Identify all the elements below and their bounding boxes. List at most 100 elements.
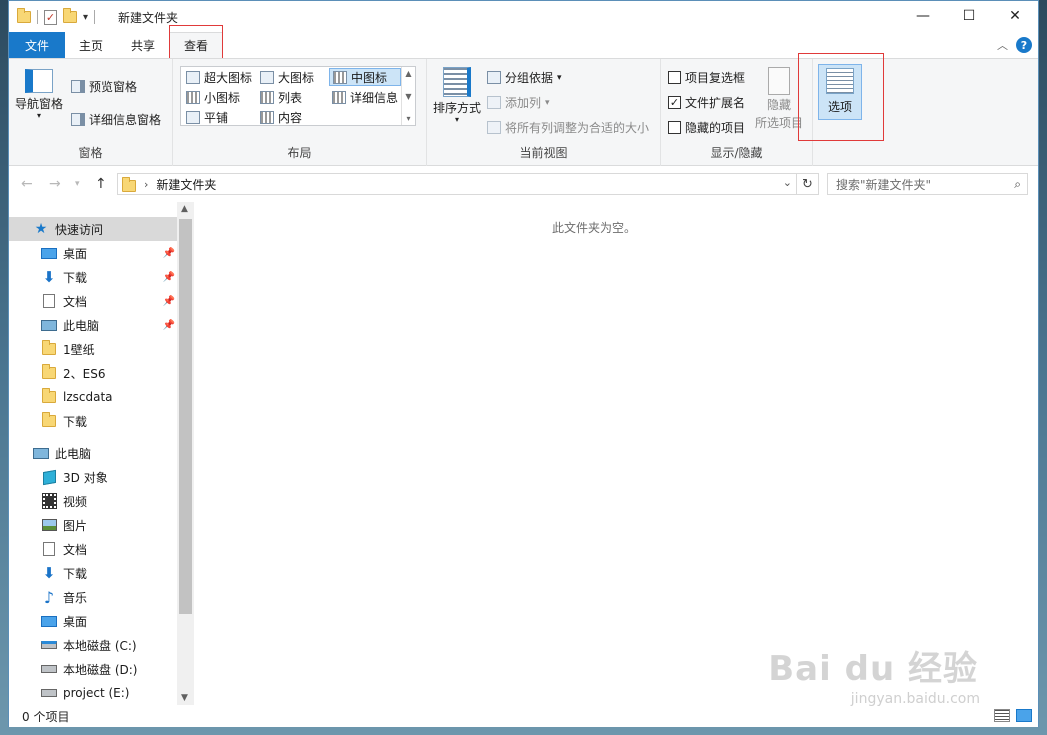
layout-medium-icons[interactable]: 中图标 <box>329 68 401 86</box>
collapse-ribbon-icon[interactable]: ︿ <box>997 37 1008 53</box>
file-extensions-toggle[interactable]: ✓ 文件扩展名 <box>668 94 745 111</box>
details-view-icon[interactable] <box>994 709 1010 722</box>
search-icon[interactable]: ⌕ <box>1014 177 1021 192</box>
close-button[interactable]: ✕ <box>992 1 1038 31</box>
nav-quick-this-pc[interactable]: 此电脑 📌 <box>9 313 177 337</box>
nav-pc-music[interactable]: ♪ 音乐 <box>9 585 177 609</box>
nav-pc-drive-e[interactable]: project (E:) <box>9 681 177 705</box>
breadcrumb-current[interactable]: 新建文件夹 <box>156 176 216 193</box>
nav-quick-downloads[interactable]: ⬇ 下载 📌 <box>9 265 177 289</box>
large-icons-view-icon[interactable] <box>1016 709 1032 722</box>
qat-dropdown-icon[interactable]: ▾ <box>83 12 88 23</box>
pin-icon[interactable]: 📌 <box>163 320 175 331</box>
new-folder-icon[interactable] <box>63 8 77 23</box>
nav-pane-scrollbar[interactable]: ▲ ▼ <box>177 202 194 705</box>
recent-locations-button[interactable]: ▾ <box>75 179 80 189</box>
file-extensions-checkbox[interactable]: ✓ <box>668 96 681 109</box>
hidden-items-checkbox[interactable] <box>668 121 681 134</box>
medium-icons-icon <box>333 70 347 84</box>
hidden-items-toggle[interactable]: 隐藏的项目 <box>668 119 745 136</box>
properties-icon[interactable]: ✓ <box>44 9 57 25</box>
preview-pane-button[interactable]: 预览窗格 <box>71 78 137 95</box>
scrollbar-thumb[interactable] <box>179 219 192 614</box>
chevron-down-icon[interactable]: ▼ <box>405 92 411 101</box>
layout-details[interactable]: 详细信息 <box>329 88 401 106</box>
group-by-label: 分组依据 <box>505 71 554 85</box>
expand-gallery-icon[interactable]: ▾ <box>406 114 410 123</box>
nav-quick-lzscdata[interactable]: lzscdata <box>9 385 177 409</box>
minimize-button[interactable]: — <box>900 1 946 31</box>
nav-quick-wallpaper[interactable]: 1壁纸 <box>9 337 177 361</box>
item-checkboxes-toggle[interactable]: 项目复选框 <box>668 69 745 86</box>
chevron-down-icon: ▾ <box>37 111 42 120</box>
layout-small-icons[interactable]: 小图标 <box>183 88 243 106</box>
nav-quick-documents[interactable]: 文档 📌 <box>9 289 177 313</box>
nav-pc-documents[interactable]: 文档 <box>9 537 177 561</box>
nav-pc-pictures[interactable]: 图片 <box>9 513 177 537</box>
layout-list[interactable]: 列表 <box>257 88 305 106</box>
empty-folder-message: 此文件夹为空。 <box>551 221 636 235</box>
address-bar[interactable]: › 新建文件夹 ⌄ <box>117 173 797 195</box>
details-pane-button[interactable]: 详细信息窗格 <box>71 111 161 128</box>
nav-pc-drive-d[interactable]: 本地磁盘 (D:) <box>9 657 177 681</box>
folder-icon <box>17 8 31 23</box>
hide-selected-button[interactable]: 隐藏 所选项目 <box>755 67 803 131</box>
nav-quick-download-folder[interactable]: 下载 <box>9 409 177 433</box>
folder-icon <box>41 340 57 356</box>
nav-label: lzscdata <box>63 390 113 404</box>
item-checkboxes-checkbox[interactable] <box>668 71 681 84</box>
nav-label: 1壁纸 <box>63 342 95 357</box>
forward-button[interactable]: → <box>49 176 61 192</box>
nav-pc-3d-objects[interactable]: 3D 对象 <box>9 465 177 489</box>
nav-pc-desktop[interactable]: 桌面 <box>9 609 177 633</box>
nav-pc-drive-c[interactable]: 本地磁盘 (C:) <box>9 633 177 657</box>
nav-pc-downloads[interactable]: ⬇ 下载 <box>9 561 177 585</box>
sort-by-button[interactable]: 排序方式 ▾ <box>433 67 481 124</box>
help-icon[interactable]: ? <box>1016 37 1032 53</box>
maximize-button[interactable]: ☐ <box>946 1 992 31</box>
fit-columns-label: 将所有列调整为合适的大小 <box>505 121 650 135</box>
scroll-up-icon[interactable]: ▲ <box>181 204 188 214</box>
folder-icon <box>41 388 57 404</box>
add-column-button[interactable]: 添加列 ▾ <box>487 94 550 111</box>
layout-content[interactable]: 内容 <box>257 108 305 126</box>
nav-label: 此电脑 <box>63 318 100 333</box>
fit-columns-button[interactable]: 将所有列调整为合适的大小 <box>487 119 649 136</box>
breadcrumb-separator-icon[interactable]: › <box>144 178 148 191</box>
scroll-down-icon[interactable]: ▼ <box>181 693 188 703</box>
layout-tiles[interactable]: 平铺 <box>183 108 231 126</box>
pin-icon[interactable]: 📌 <box>163 296 175 307</box>
nav-pc-videos[interactable]: 视频 <box>9 489 177 513</box>
nav-this-pc[interactable]: 此电脑 <box>9 441 177 465</box>
title-bar: ✓ ▾ 新建文件夹 — ☐ ✕ <box>9 1 1038 32</box>
navigation-pane-label: 导航窗格 <box>15 97 64 111</box>
file-list-area[interactable]: 此文件夹为空。 <box>194 202 1038 705</box>
nav-quick-desktop[interactable]: 桌面 📌 <box>9 241 177 265</box>
back-button[interactable]: ← <box>21 176 33 192</box>
tab-home[interactable]: 主页 <box>65 32 117 58</box>
chevron-down-icon: ▾ <box>455 115 460 124</box>
pin-icon[interactable]: 📌 <box>163 272 175 283</box>
chevron-up-icon[interactable]: ▲ <box>405 69 411 78</box>
details-pane-label: 详细信息窗格 <box>89 113 162 127</box>
pin-icon[interactable]: 📌 <box>163 248 175 259</box>
3d-objects-icon <box>41 469 57 485</box>
nav-quick-access[interactable]: ★ 快速访问 <box>9 217 177 241</box>
details-icon <box>332 90 346 104</box>
hide-selected-icon <box>768 67 790 95</box>
layout-extra-large-icons[interactable]: 超大图标 <box>183 68 255 86</box>
tab-view[interactable]: 查看 <box>169 32 224 58</box>
nav-quick-es6[interactable]: 2、ES6 <box>9 361 177 385</box>
tab-share[interactable]: 共享 <box>117 32 169 58</box>
layout-large-icons[interactable]: 大图标 <box>257 68 317 86</box>
document-icon <box>41 294 57 308</box>
refresh-button[interactable]: ↻ <box>797 173 819 195</box>
up-button[interactable]: ↑ <box>95 176 107 192</box>
layout-gallery-scroll[interactable]: ▲ ▼ ▾ <box>401 67 415 125</box>
group-by-button[interactable]: 分组依据 ▾ <box>487 69 562 86</box>
search-input[interactable]: 搜索"新建文件夹" ⌕ <box>827 173 1028 195</box>
options-button[interactable]: 选项 <box>818 64 862 120</box>
navigation-pane-button[interactable]: 导航窗格 ▾ <box>15 69 63 120</box>
tab-file[interactable]: 文件 <box>9 32 65 58</box>
address-dropdown-icon[interactable]: ⌄ <box>783 176 792 189</box>
